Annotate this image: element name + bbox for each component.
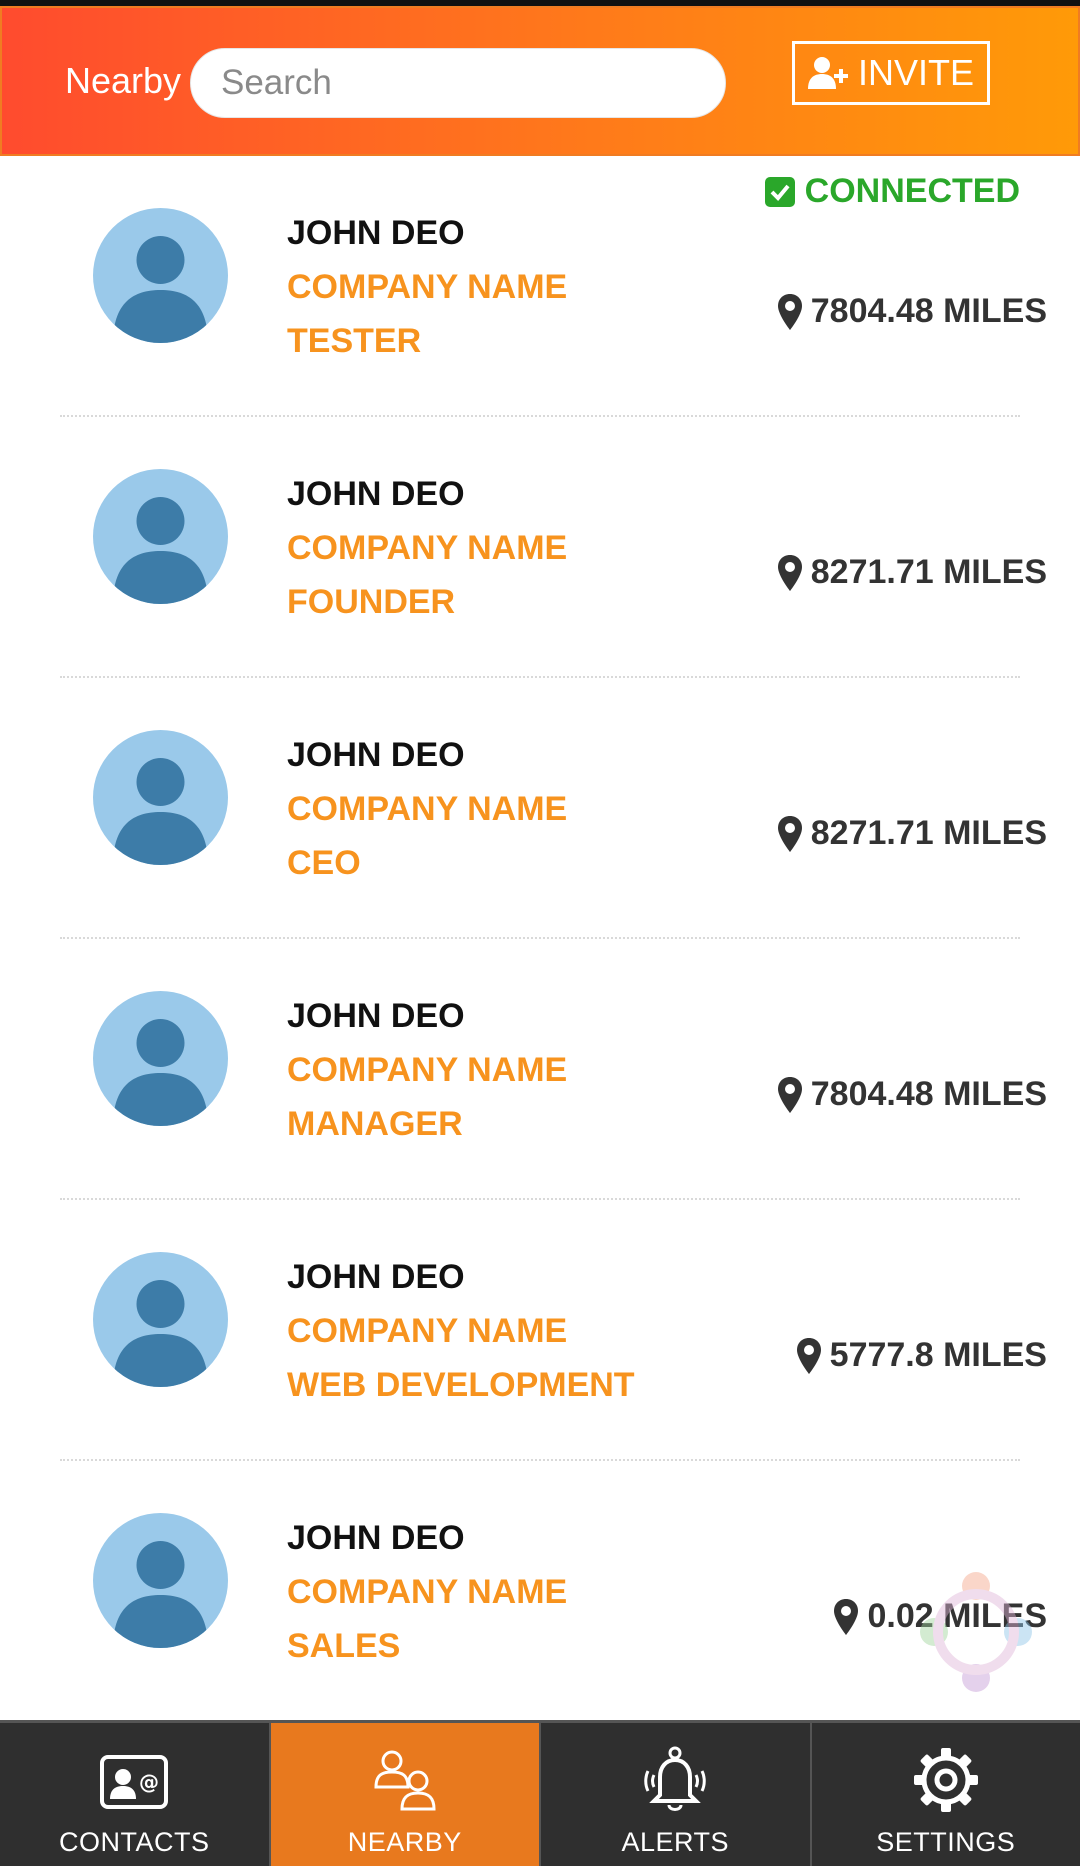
app-header: Nearby INVITE (0, 6, 1080, 156)
person-name: JOHN DEO (287, 736, 465, 774)
person-name: JOHN DEO (287, 1258, 465, 1296)
tab-contacts[interactable]: @ CONTACTS (0, 1723, 271, 1866)
avatar (93, 1513, 228, 1648)
company-name: COMPANY NAME (287, 268, 568, 306)
list-item[interactable]: JOHN DEO COMPANY NAME CEO 8271.71 MILES (0, 678, 1080, 939)
distance-readout: 7804.48 MILES (777, 292, 1047, 331)
location-pin-icon (777, 554, 803, 592)
nearby-list: JOHN DEO COMPANY NAME TESTER 7804.48 MILES C… (0, 156, 1080, 1720)
job-title: SALES (287, 1627, 401, 1665)
avatar (93, 730, 228, 865)
company-name: COMPANY NAME (287, 1573, 568, 1611)
list-item[interactable]: JOHN DEO COMPANY NAME FOUNDER 8271.71 MILES (0, 417, 1080, 678)
location-pin-icon (777, 815, 803, 853)
job-title: WEB DEVELOPMENT (287, 1366, 635, 1404)
tab-label: NEARBY (347, 1827, 462, 1857)
job-title: MANAGER (287, 1105, 463, 1143)
bell-icon (644, 1746, 706, 1811)
distance-value: 7804.48 MILES (810, 292, 1047, 330)
distance-readout: 7804.48 MILES (777, 1075, 1047, 1114)
job-title: TESTER (287, 322, 422, 360)
invite-label: INVITE (857, 52, 974, 93)
company-name: COMPANY NAME (287, 790, 568, 828)
location-pin-icon (777, 1076, 803, 1114)
location-pin-icon (833, 1598, 859, 1636)
avatar (93, 469, 228, 604)
tab-label: SETTINGS (876, 1827, 1016, 1857)
avatar (93, 991, 228, 1126)
person-name: JOHN DEO (287, 214, 465, 252)
company-name: COMPANY NAME (287, 1051, 568, 1089)
tab-nearby[interactable]: NEARBY (270, 1723, 541, 1866)
svg-text:@: @ (139, 1770, 159, 1794)
person-name: JOHN DEO (287, 997, 465, 1035)
tab-settings[interactable]: SETTINGS (812, 1723, 1080, 1866)
contact-card-icon: @ (100, 1755, 169, 1809)
distance-value: 8271.71 MILES (810, 553, 1047, 591)
bottom-tab-bar: @ CONTACTS NEARBY ALERTS SETTINGS (0, 1720, 1080, 1866)
checkbox-icon (764, 176, 795, 207)
company-name: COMPANY NAME (287, 529, 568, 567)
tab-label: ALERTS (621, 1827, 730, 1857)
tab-label: CONTACTS (59, 1827, 210, 1857)
invite-button[interactable]: INVITE (792, 41, 990, 105)
job-title: CEO (287, 844, 361, 882)
distance-readout: 8271.71 MILES (777, 553, 1047, 592)
list-item[interactable]: JOHN DEO COMPANY NAME TESTER 7804.48 MILES C… (0, 156, 1080, 417)
list-item[interactable]: JOHN DEO COMPANY NAME MANAGER 7804.48 MILES (0, 939, 1080, 1200)
list-item[interactable]: JOHN DEO COMPANY NAME WEB DEVELOPMENT 5777.… (0, 1200, 1080, 1461)
job-title: FOUNDER (287, 583, 456, 621)
status-label: CONNECTED (804, 172, 1020, 210)
distance-value: 5777.8 MILES (829, 1336, 1047, 1374)
status-badge: CONNECTED (764, 172, 1020, 211)
search-input[interactable] (190, 48, 726, 118)
tab-alerts[interactable]: ALERTS (541, 1723, 812, 1866)
nearby-people-icon (374, 1750, 436, 1811)
location-pin-icon (777, 293, 803, 331)
company-name: COMPANY NAME (287, 1312, 568, 1350)
avatar (93, 1252, 228, 1387)
person-name: JOHN DEO (287, 1519, 465, 1557)
distance-readout: 5777.8 MILES (796, 1336, 1047, 1375)
distance-readout: 8271.71 MILES (777, 814, 1047, 853)
floating-logo-icon[interactable] (900, 1556, 1052, 1708)
location-pin-icon (796, 1337, 822, 1375)
distance-value: 7804.48 MILES (810, 1075, 1047, 1113)
person-name: JOHN DEO (287, 475, 465, 513)
gear-icon (913, 1748, 978, 1812)
add-user-icon (807, 57, 848, 89)
distance-value: 8271.71 MILES (810, 814, 1047, 852)
page-title: Nearby (65, 60, 182, 101)
avatar (93, 208, 228, 343)
